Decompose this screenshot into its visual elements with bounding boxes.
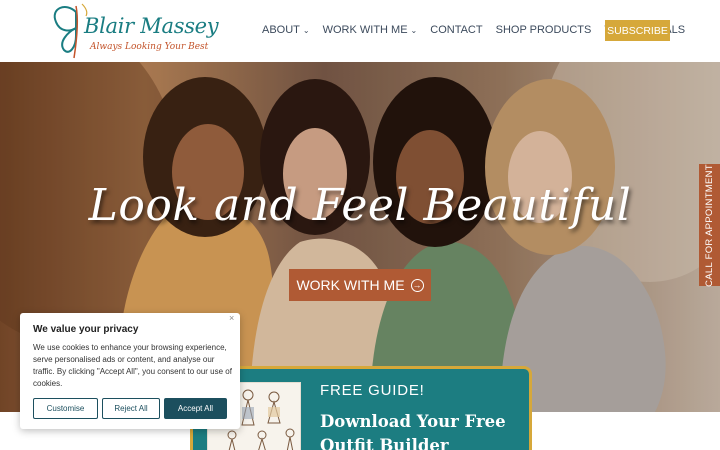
guide-title: Download Your Free Outfit Builder (320, 412, 506, 450)
guide-kicker: FREE GUIDE! (320, 382, 425, 399)
reject-all-button[interactable]: Reject All (102, 398, 160, 419)
nav-item-work-with-me[interactable]: WORK WITH ME ⌄ (323, 24, 418, 36)
close-icon[interactable]: × (229, 313, 234, 323)
call-for-appointment-tab[interactable]: CALL FOR APPOINTMENT (699, 164, 720, 286)
nav-item-contact[interactable]: CONTACT (430, 24, 482, 36)
cookie-title: We value your privacy (33, 324, 139, 335)
accept-all-button[interactable]: Accept All (164, 398, 227, 419)
work-with-me-button[interactable]: WORK WITH ME → (289, 269, 431, 301)
site-header: Blair Massey Always Looking Your Best AB… (0, 0, 720, 62)
hero-headline: Look and Feel Beautiful (88, 180, 632, 231)
arrow-right-circle-icon: → (410, 278, 424, 292)
cookie-text: We use cookies to enhance your browsing … (33, 343, 232, 388)
chevron-down-icon: ⌄ (302, 25, 310, 35)
logo-tagline: Always Looking Your Best (90, 42, 209, 52)
nav-item-about[interactable]: ABOUT ⌄ (262, 24, 310, 36)
cookie-consent-banner: × We value your privacy We use cookies t… (20, 313, 240, 429)
logo-wordmark: Blair Massey (84, 14, 219, 38)
subscribe-button[interactable]: SUBSCRIBE (605, 20, 670, 41)
nav-item-shop-products[interactable]: SHOP PRODUCTS (496, 24, 592, 36)
chevron-down-icon: ⌄ (410, 25, 418, 35)
customise-button[interactable]: Customise (33, 398, 98, 419)
site-logo[interactable]: Blair Massey Always Looking Your Best (48, 2, 219, 60)
free-guide-card[interactable]: FREE GUIDE! Download Your Free Outfit Bu… (190, 366, 532, 450)
